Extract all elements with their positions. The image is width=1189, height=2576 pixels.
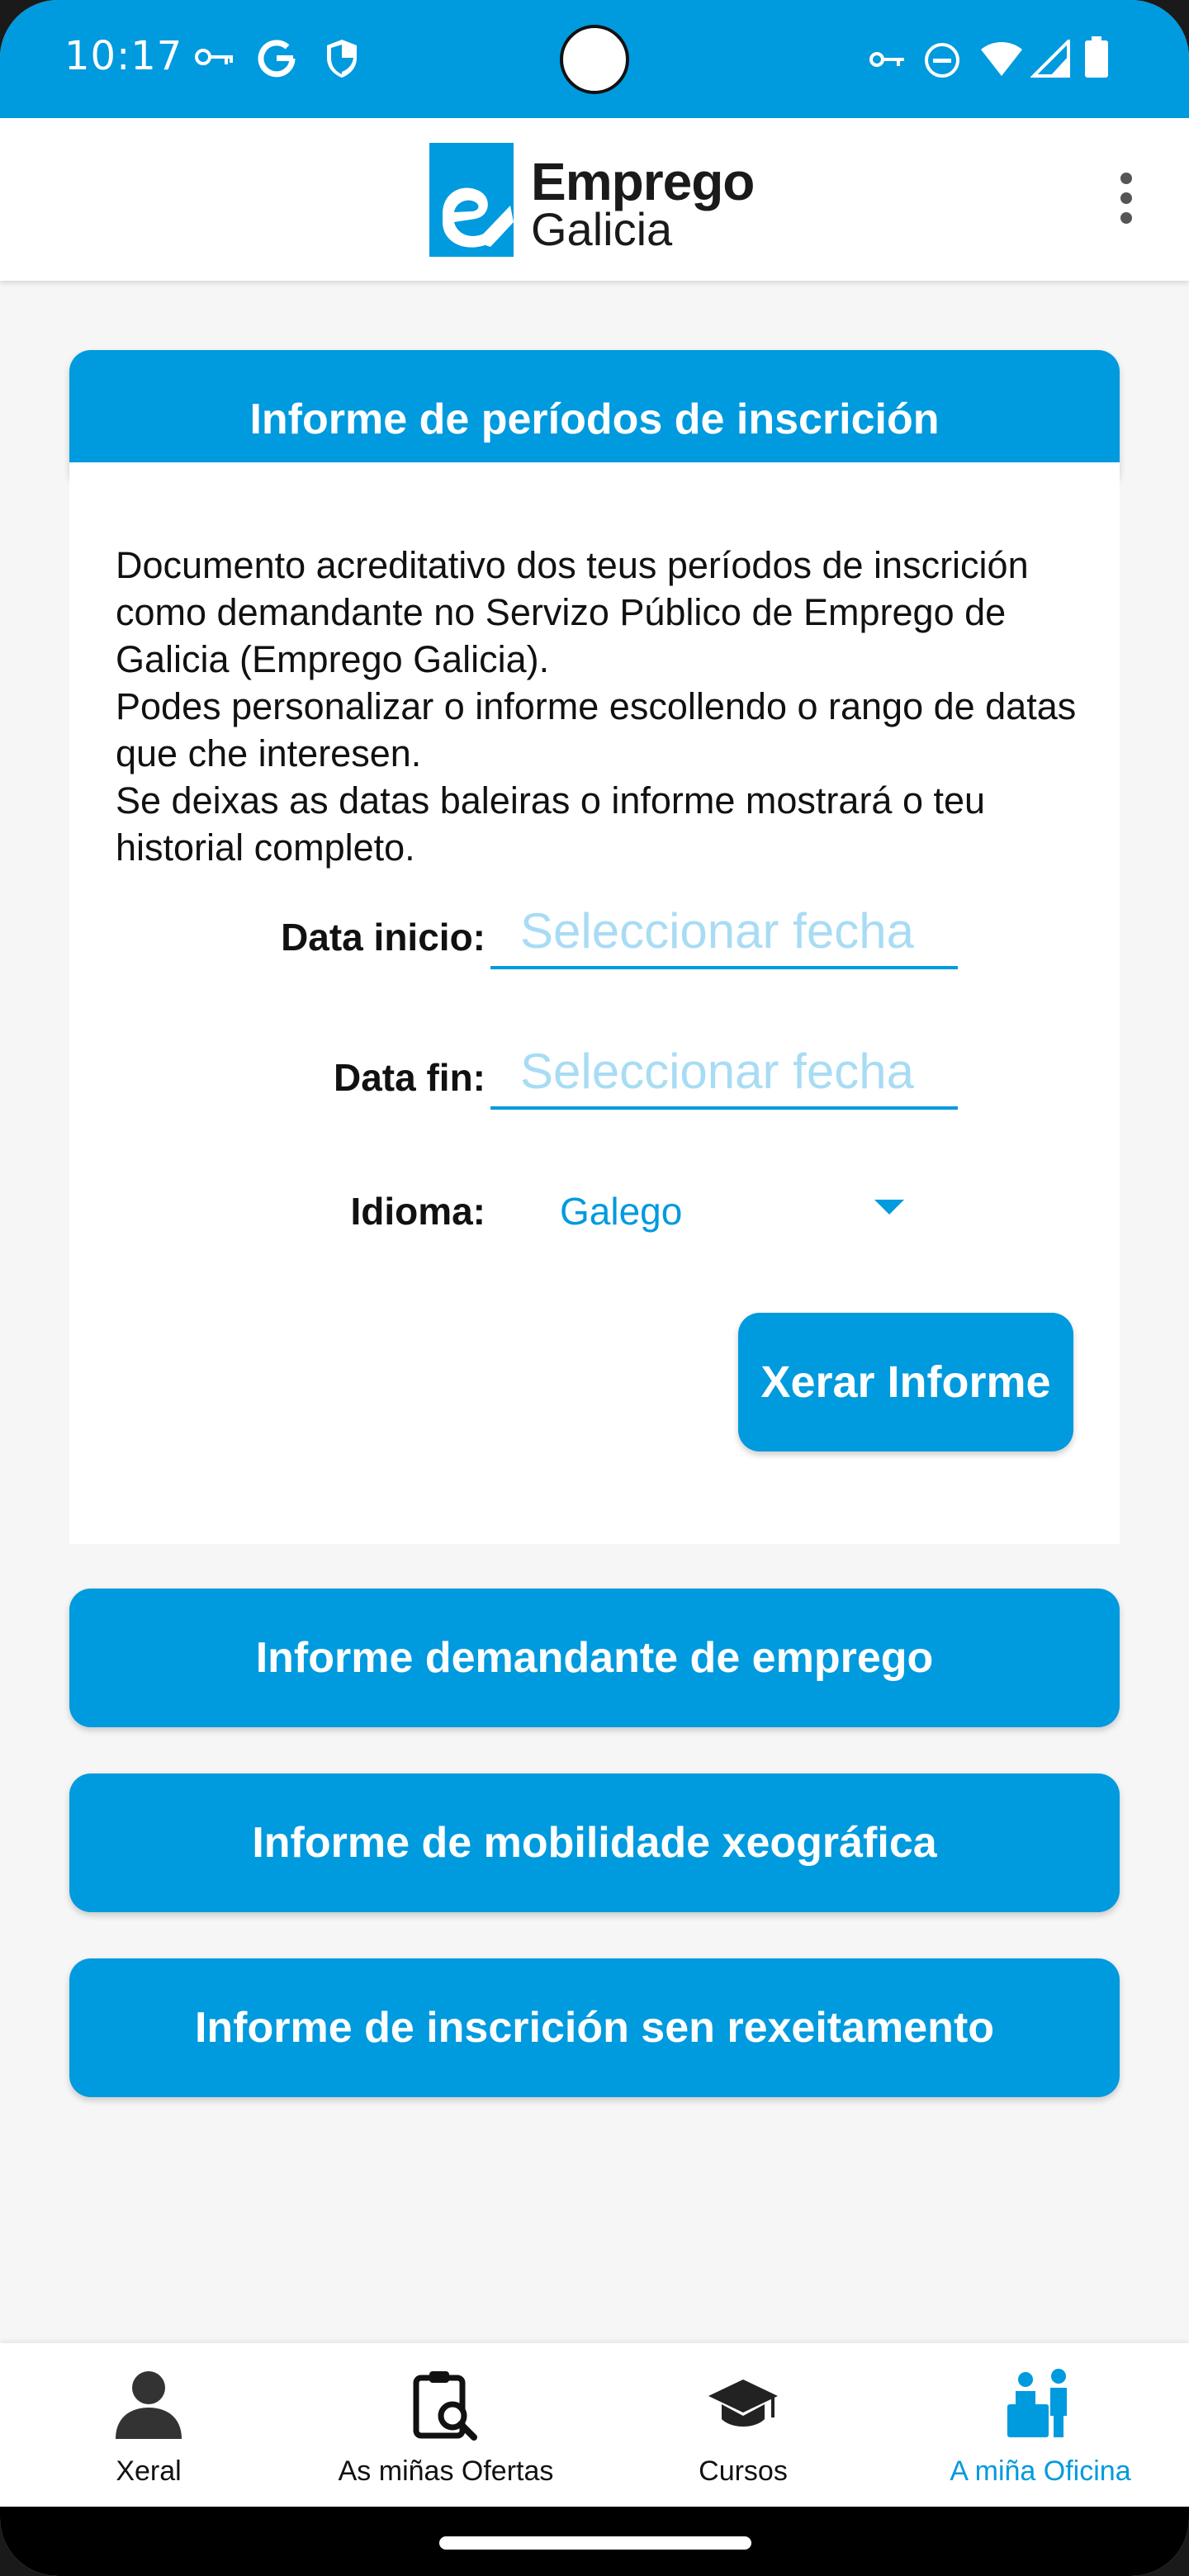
nav-label: Cursos [699, 2455, 788, 2487]
language-value: Galego [560, 1190, 683, 1233]
app-header: Emprego Galicia [0, 118, 1189, 281]
front-camera [560, 25, 629, 94]
vpn-key-icon [195, 49, 233, 65]
bottom-navigation: Xeral As miñas Ofertas Cursos A miña Ofi… [0, 2343, 1189, 2507]
clipboard-search-icon [413, 2371, 477, 2441]
start-date-label: Data inicio: [281, 916, 486, 959]
end-date-field[interactable]: Seleccionar fecha [490, 1039, 958, 1110]
jobseeker-report-button[interactable]: Informe demandante de emprego [69, 1589, 1120, 1727]
description-line: Se deixas as datas baleiras o informe mo… [116, 779, 986, 869]
periods-description: Documento acreditativo dos teus períodos… [116, 542, 1090, 871]
nav-label: As miñas Ofertas [338, 2455, 554, 2487]
nav-item-xeral[interactable]: Xeral [0, 2343, 297, 2507]
nav-item-oficina[interactable]: A miña Oficina [892, 2343, 1189, 2507]
wifi-icon [981, 42, 1022, 76]
person-icon [116, 2371, 182, 2439]
no-rejection-report-button[interactable]: Informe de inscrición sen rexeitamento [69, 1958, 1120, 2097]
nav-label: Xeral [116, 2455, 182, 2487]
description-line: Podes personalizar o informe escollendo … [116, 685, 1077, 774]
nav-item-ofertas[interactable]: As miñas Ofertas [297, 2343, 594, 2507]
mobility-report-button[interactable]: Informe de mobilidade xeográfica [69, 1773, 1120, 1912]
more-vert-icon[interactable] [1110, 173, 1143, 232]
signal-icon [1030, 40, 1070, 78]
nav-label: A miña Oficina [950, 2455, 1131, 2487]
start-date-field[interactable]: Seleccionar fecha [490, 898, 958, 969]
graduation-cap-icon [708, 2379, 778, 2427]
status-time: 10:17 [64, 33, 183, 79]
end-date-label: Data fin: [334, 1056, 486, 1099]
language-label: Idioma: [350, 1190, 486, 1233]
nav-item-cursos[interactable]: Cursos [594, 2343, 892, 2507]
google-icon [258, 40, 296, 78]
logo-text-galicia: Galicia [531, 203, 673, 255]
do-not-disturb-icon [925, 43, 959, 78]
periods-report-card: Documento acreditativo dos teus períodos… [69, 462, 1120, 1544]
battery-icon [1085, 36, 1108, 78]
emprego-galicia-logo-icon [429, 143, 514, 257]
description-line: Documento acreditativo dos teus períodos… [116, 544, 1029, 680]
screen: 10:17 Emprego Galicia Informe de período… [0, 0, 1189, 2576]
shield-icon [327, 40, 357, 78]
office-people-icon [1007, 2369, 1067, 2437]
status-bar: 10:17 [0, 0, 1189, 118]
generate-report-button[interactable]: Xerar Informe [738, 1313, 1073, 1451]
home-gesture-pill[interactable] [439, 2536, 751, 2550]
dropdown-caret-icon [874, 1200, 904, 1215]
vpn-key-icon [869, 52, 904, 67]
